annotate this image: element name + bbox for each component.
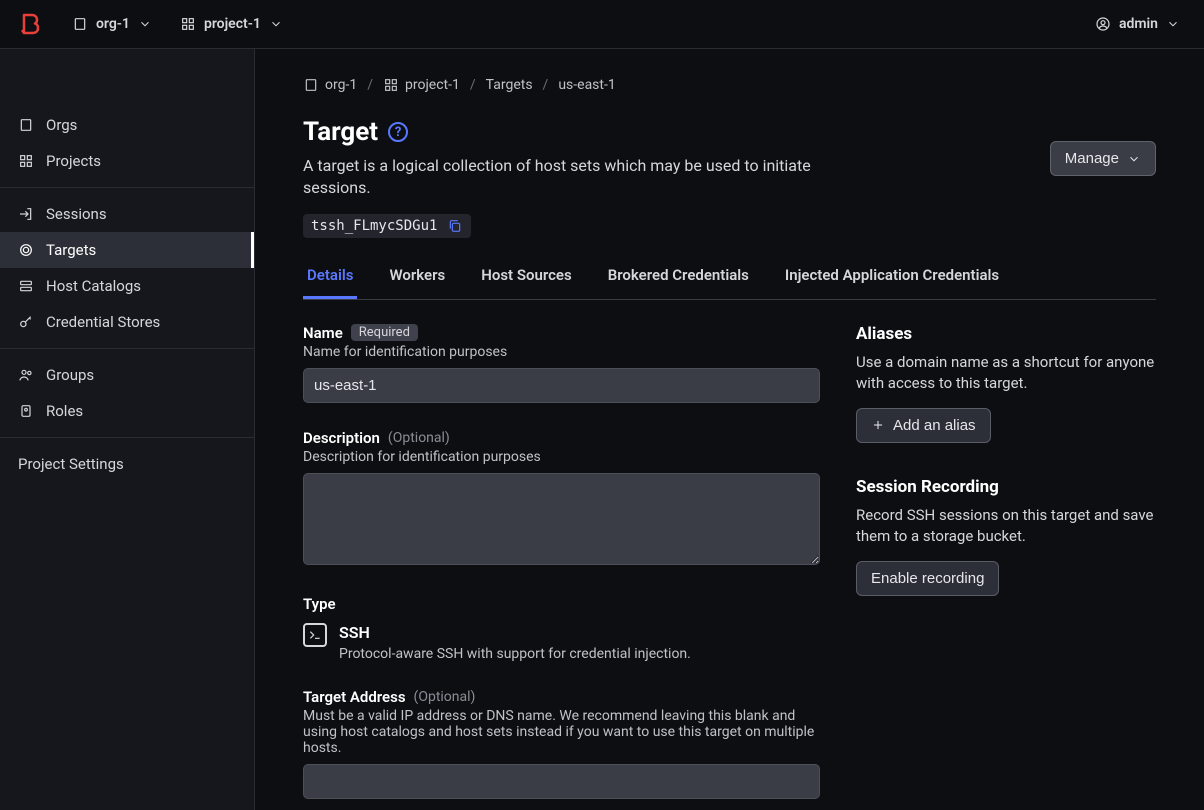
org-name: org-1	[96, 16, 130, 32]
terminal-icon	[303, 623, 327, 647]
sidebar-item-projects[interactable]: Projects	[0, 143, 254, 179]
badge-icon	[18, 403, 34, 419]
sidebar-item-roles[interactable]: Roles	[0, 393, 254, 429]
recording-panel: Session Recording Record SSH sessions on…	[856, 477, 1156, 596]
copy-icon[interactable]	[447, 218, 463, 234]
building-icon	[18, 117, 34, 133]
sidebar-item-project-settings[interactable]: Project Settings	[0, 446, 254, 482]
breadcrumb: org-1 / project-1 / Targets / us-east-1	[303, 77, 1156, 93]
breadcrumb-project[interactable]: project-1	[383, 77, 460, 93]
field-name: Name Required Name for identification pu…	[303, 324, 820, 403]
page-title: Target	[303, 117, 378, 147]
sidebar-label: Host Catalogs	[46, 277, 141, 295]
sidebar-label: Targets	[46, 241, 96, 259]
name-label: Name	[303, 324, 343, 342]
optional-label: (Optional)	[388, 430, 450, 446]
building-icon	[72, 16, 88, 32]
sidebar: Orgs Projects Sessions Targets Host Cata…	[0, 49, 255, 810]
project-name: project-1	[204, 16, 261, 32]
chevron-down-icon	[269, 17, 283, 31]
tabs: Details Workers Host Sources Brokered Cr…	[303, 256, 1156, 300]
key-icon	[18, 314, 34, 330]
users-icon	[18, 367, 34, 383]
grid-icon	[18, 153, 34, 169]
sidebar-label: Projects	[46, 152, 101, 170]
logo[interactable]	[16, 10, 44, 38]
sidebar-item-groups[interactable]: Groups	[0, 357, 254, 393]
app-header: org-1 project-1 admin	[0, 0, 1204, 49]
aliases-title: Aliases	[856, 324, 1156, 344]
aliases-panel: Aliases Use a domain name as a shortcut …	[856, 324, 1156, 443]
target-icon	[18, 242, 34, 258]
recording-title: Session Recording	[856, 477, 1156, 497]
sidebar-item-sessions[interactable]: Sessions	[0, 196, 254, 232]
description-input[interactable]	[303, 473, 820, 565]
type-name: SSH	[339, 623, 691, 642]
field-description: Description (Optional) Description for i…	[303, 429, 820, 569]
sidebar-label: Credential Stores	[46, 313, 160, 331]
sidebar-label: Sessions	[46, 205, 107, 223]
chevron-down-icon	[1166, 17, 1180, 31]
field-type: Type SSH Protocol-aware SSH with support…	[303, 595, 820, 662]
sidebar-label: Project Settings	[18, 455, 124, 473]
user-menu[interactable]: admin	[1087, 12, 1188, 36]
tab-details[interactable]: Details	[303, 256, 357, 299]
chevron-down-icon	[138, 17, 152, 31]
description-help: Description for identification purposes	[303, 449, 820, 465]
plus-icon	[871, 418, 885, 432]
layers-icon	[18, 278, 34, 294]
chevron-down-icon	[1127, 152, 1141, 166]
optional-label: (Optional)	[414, 689, 476, 705]
aliases-desc: Use a domain name as a shortcut for anyo…	[856, 352, 1156, 394]
target-id: tssh_FLmycSDGu1	[311, 218, 437, 234]
sidebar-item-host-catalogs[interactable]: Host Catalogs	[0, 268, 254, 304]
breadcrumb-section[interactable]: Targets	[486, 77, 533, 93]
grid-icon	[180, 16, 196, 32]
grid-icon	[383, 77, 399, 93]
main-content: org-1 / project-1 / Targets / us-east-1 …	[255, 49, 1204, 810]
sidebar-label: Roles	[46, 402, 83, 420]
user-circle-icon	[1095, 16, 1111, 32]
type-label: Type	[303, 595, 820, 613]
address-help: Must be a valid IP address or DNS name. …	[303, 708, 820, 756]
breadcrumb-org[interactable]: org-1	[303, 77, 357, 93]
recording-desc: Record SSH sessions on this target and s…	[856, 505, 1156, 547]
manage-button[interactable]: Manage	[1050, 141, 1156, 176]
address-input[interactable]	[303, 764, 820, 799]
login-icon	[18, 206, 34, 222]
tab-host-sources[interactable]: Host Sources	[477, 256, 575, 299]
user-name: admin	[1119, 16, 1158, 32]
help-icon[interactable]: ?	[388, 122, 408, 142]
target-id-chip: tssh_FLmycSDGu1	[303, 214, 471, 238]
tab-workers[interactable]: Workers	[385, 256, 449, 299]
add-alias-button[interactable]: Add an alias	[856, 408, 991, 443]
address-label: Target Address	[303, 688, 406, 706]
sidebar-item-targets[interactable]: Targets	[0, 232, 254, 268]
tab-brokered-credentials[interactable]: Brokered Credentials	[604, 256, 753, 299]
enable-recording-button[interactable]: Enable recording	[856, 561, 999, 596]
description-label: Description	[303, 429, 380, 447]
sidebar-item-orgs[interactable]: Orgs	[0, 107, 254, 143]
sidebar-label: Orgs	[46, 116, 77, 134]
tab-injected-credentials[interactable]: Injected Application Credentials	[781, 256, 1003, 299]
sidebar-label: Groups	[46, 366, 94, 384]
name-help: Name for identification purposes	[303, 344, 820, 360]
name-input[interactable]	[303, 368, 820, 403]
org-switcher[interactable]: org-1	[64, 12, 160, 36]
type-desc: Protocol-aware SSH with support for cred…	[339, 646, 691, 662]
breadcrumb-current: us-east-1	[558, 77, 615, 93]
building-icon	[303, 77, 319, 93]
project-switcher[interactable]: project-1	[172, 12, 291, 36]
required-badge: Required	[351, 324, 418, 341]
page-description: A target is a logical collection of host…	[303, 155, 863, 200]
field-target-address: Target Address (Optional) Must be a vali…	[303, 688, 820, 799]
sidebar-item-credential-stores[interactable]: Credential Stores	[0, 304, 254, 340]
